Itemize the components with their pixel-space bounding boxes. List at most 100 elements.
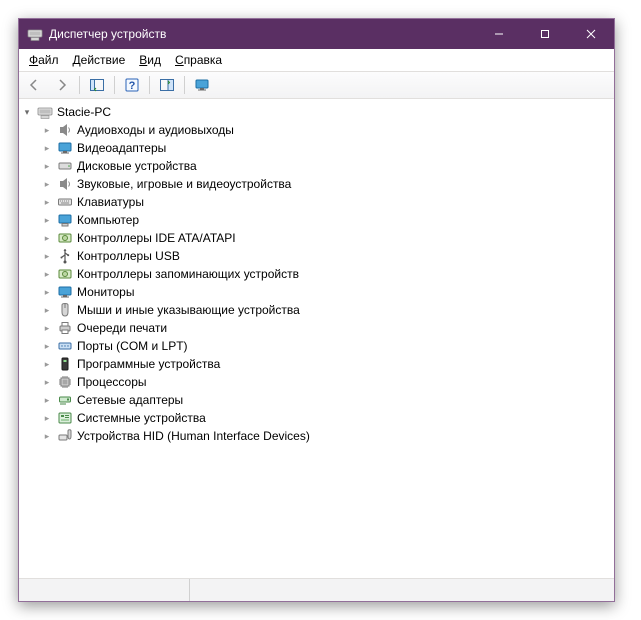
mouse-icon (57, 302, 73, 318)
minimize-button[interactable] (476, 19, 522, 49)
tree-category-row[interactable]: ▸ Видеоадаптеры (41, 139, 612, 157)
tree-category-row[interactable]: ▸Процессоры (41, 373, 612, 391)
usb-icon (57, 248, 73, 264)
tree-category-label: Очереди печати (77, 319, 167, 337)
tree-category-row[interactable]: ▸ Звуковые, игровые и видеоустройства (41, 175, 612, 193)
chevron-down-icon[interactable]: ▾ (21, 106, 33, 118)
chevron-right-icon[interactable]: ▸ (41, 322, 53, 334)
toolbar-separator (184, 76, 185, 94)
tree-root-label: Stacie-PC (57, 103, 111, 121)
chevron-right-icon[interactable]: ▸ (41, 196, 53, 208)
tree-category-row[interactable]: ▸ Контроллеры запоминающих устройств (41, 265, 612, 283)
statusbar-cell (19, 579, 190, 601)
tree-category-label: Устройства HID (Human Interface Devices) (77, 427, 310, 445)
toolbar-scan-hardware-button[interactable] (154, 73, 180, 97)
tree-category-label: Порты (COM и LPT) (77, 337, 188, 355)
tree-category-row[interactable]: ▸ Компьютер (41, 211, 612, 229)
hid-icon (57, 428, 73, 444)
tree-category-label: Видеоадаптеры (77, 139, 166, 157)
printer-icon (57, 320, 73, 336)
toolbar-help-button[interactable]: ? (119, 73, 145, 97)
chevron-right-icon[interactable]: ▸ (41, 412, 53, 424)
tree-category-label: Мониторы (77, 283, 134, 301)
chevron-right-icon[interactable]: ▸ (41, 394, 53, 406)
statusbar-cell (190, 579, 614, 601)
keyboard-icon (57, 194, 73, 210)
chevron-right-icon[interactable]: ▸ (41, 304, 53, 316)
chevron-right-icon[interactable]: ▸ (41, 376, 53, 388)
toolbar-monitor-button[interactable] (189, 73, 215, 97)
window-controls (476, 19, 614, 49)
chevron-right-icon[interactable]: ▸ (41, 250, 53, 262)
tree-category-label: Дисковые устройства (77, 157, 197, 175)
menubar: Файл Действие Вид Справка (19, 49, 614, 71)
tree-category-label: Сетевые адаптеры (77, 391, 183, 409)
tree-category-row[interactable]: ▸ Клавиатуры (41, 193, 612, 211)
tree-category-label: Контроллеры запоминающих устройств (77, 265, 299, 283)
tree-category-row[interactable]: ▸ Системные устройства (41, 409, 612, 427)
window-title: Диспетчер устройств (49, 27, 476, 41)
chevron-right-icon[interactable]: ▸ (41, 178, 53, 190)
tree-category-label: Компьютер (77, 211, 139, 229)
chevron-right-icon[interactable]: ▸ (41, 286, 53, 298)
toolbar: ? (19, 71, 614, 99)
tree-category-row[interactable]: ▸Программные устройства (41, 355, 612, 373)
toolbar-separator (149, 76, 150, 94)
toolbar-back-button[interactable] (21, 73, 47, 97)
computer-root-icon (37, 104, 53, 120)
close-button[interactable] (568, 19, 614, 49)
toolbar-separator (114, 76, 115, 94)
tree-category-row[interactable]: ▸ Устройства HID (Human Interface Devices… (41, 427, 612, 445)
tree-category-row[interactable]: ▸ Дисковые устройства (41, 157, 612, 175)
app-icon (27, 26, 43, 42)
menu-file[interactable]: Файл (23, 51, 65, 69)
tree-category-row[interactable]: ▸ Контроллеры IDE ATA/ATAPI (41, 229, 612, 247)
toolbar-show-hide-console-button[interactable] (84, 73, 110, 97)
system-icon (57, 410, 73, 426)
toolbar-separator (79, 76, 80, 94)
menu-action[interactable]: Действие (67, 51, 132, 69)
tree-category-row[interactable]: ▸ Аудиовходы и аудиовыходы (41, 121, 612, 139)
chevron-right-icon[interactable]: ▸ (41, 358, 53, 370)
tree-category-row[interactable]: ▸ Мыши и иные указывающие устройства (41, 301, 612, 319)
chevron-right-icon[interactable]: ▸ (41, 214, 53, 226)
tree-category-row[interactable]: ▸ Мониторы (41, 283, 612, 301)
tree-category-label: Аудиовходы и аудиовыходы (77, 121, 234, 139)
menu-view[interactable]: Вид (133, 51, 167, 69)
maximize-button[interactable] (522, 19, 568, 49)
chevron-right-icon[interactable]: ▸ (41, 124, 53, 136)
audio-io-icon (57, 122, 73, 138)
tree-category-row[interactable]: ▸ Порты (COM и LPT) (41, 337, 612, 355)
tree-category-label: Контроллеры USB (77, 247, 180, 265)
ide-icon (57, 230, 73, 246)
tree-category-label: Системные устройства (77, 409, 206, 427)
port-icon (57, 338, 73, 354)
tree-category-label: Звуковые, игровые и видеоустройства (77, 175, 291, 193)
chevron-right-icon[interactable]: ▸ (41, 160, 53, 172)
tree-area: ▾ Stacie-PC ▸ Аудиовходы и аудиовыходы ▸ Ви… (19, 99, 614, 578)
chevron-right-icon[interactable]: ▸ (41, 268, 53, 280)
tree-category-row[interactable]: ▸ Контроллеры USB (41, 247, 612, 265)
tree-root-row[interactable]: ▾ Stacie-PC (21, 103, 612, 121)
window-root: Диспетчер устройств Файл Действие Вид Сп… (18, 18, 615, 602)
tree-category-label: Контроллеры IDE ATA/ATAPI (77, 229, 236, 247)
titlebar: Диспетчер устройств (19, 19, 614, 49)
tree-category-row[interactable]: ▸ Очереди печати (41, 319, 612, 337)
toolbar-forward-button[interactable] (49, 73, 75, 97)
chevron-right-icon[interactable]: ▸ (41, 232, 53, 244)
menu-help[interactable]: Справка (169, 51, 228, 69)
display-adapter-icon (57, 140, 73, 156)
chevron-right-icon[interactable]: ▸ (41, 142, 53, 154)
monitor-icon (57, 284, 73, 300)
svg-text:?: ? (129, 80, 136, 92)
tree-category-row[interactable]: ▸ Сетевые адаптеры (41, 391, 612, 409)
chevron-right-icon[interactable]: ▸ (41, 340, 53, 352)
tree-category-label: Мыши и иные указывающие устройства (77, 301, 300, 319)
device-tree[interactable]: ▾ Stacie-PC ▸ Аудиовходы и аудиовыходы ▸ Ви… (19, 99, 614, 578)
storage-icon (57, 266, 73, 282)
sound-icon (57, 176, 73, 192)
chevron-right-icon[interactable]: ▸ (41, 430, 53, 442)
disk-icon (57, 158, 73, 174)
network-icon (57, 392, 73, 408)
tree-category-label: Клавиатуры (77, 193, 144, 211)
